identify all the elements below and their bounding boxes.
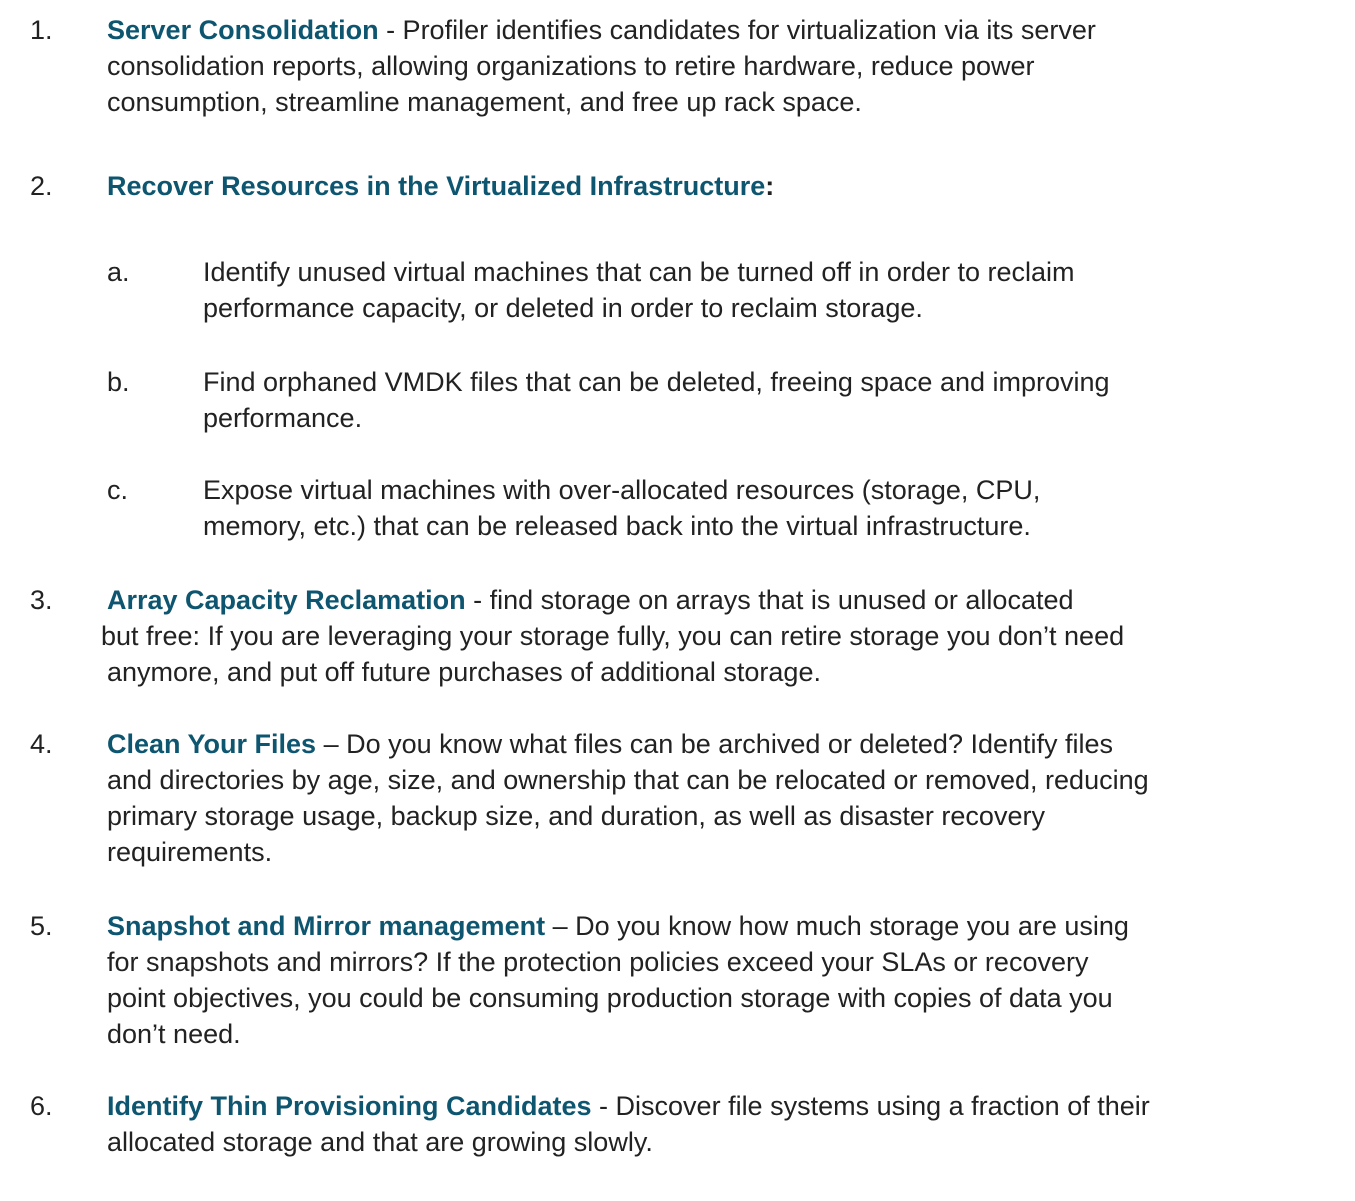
list-item-body: Clean Your Files – Do you know what file…	[107, 726, 1345, 870]
list-item-body: Array Capacity Reclamation - find storag…	[101, 582, 1345, 690]
item-text: allocated storage and that are growing s…	[107, 1127, 653, 1157]
item-title: Clean Your Files	[107, 729, 317, 759]
list-number: 5.	[30, 911, 53, 941]
list-number: 4.	[30, 729, 53, 759]
item-title: Recover Resources in the Virtualized Inf…	[107, 171, 766, 201]
item-title: Identify Thin Provisioning Candidates	[107, 1091, 592, 1121]
item-text: requirements.	[107, 837, 273, 867]
item-text: – Do you know how much storage you are u…	[545, 911, 1129, 941]
item-text: consumption, streamline management, and …	[107, 87, 862, 117]
sub-item-letter: b.	[107, 367, 130, 397]
list-item-body: Recover Resources in the Virtualized Inf…	[107, 168, 1345, 204]
item-title: Snapshot and Mirror management	[107, 911, 546, 941]
item-text: consolidation reports, allowing organiza…	[107, 51, 1035, 81]
item-title: Server Consolidation	[107, 15, 379, 45]
item-text: primary storage usage, backup size, and …	[107, 801, 1045, 831]
list-number: 6.	[30, 1091, 53, 1121]
list-item-body: Server Consolidation - Profiler identifi…	[107, 12, 1345, 120]
list-item-first-line: Array Capacity Reclamation - find storag…	[107, 582, 1345, 618]
sub-item-text: Find orphaned VMDK files that can be del…	[203, 367, 1110, 397]
sub-item-letter: a.	[107, 257, 130, 287]
list-item-body: Snapshot and Mirror management – Do you …	[107, 908, 1345, 1052]
list-item-first-line: Identify Thin Provisioning Candidates - …	[107, 1088, 1345, 1124]
item-text: and directories by age, size, and owners…	[107, 765, 1149, 795]
item-text: - Profiler identifies candidates for vir…	[378, 15, 1096, 45]
list-number: 2.	[30, 171, 53, 201]
list-number: 3.	[30, 585, 53, 615]
document-page: 1. Server Consolidation - Profiler ident…	[0, 0, 1355, 1201]
item-text: but free: If you are leveraging your sto…	[101, 621, 1125, 651]
list-item-first-line: Recover Resources in the Virtualized Inf…	[107, 168, 1345, 204]
list-item-first-line: Clean Your Files – Do you know what file…	[107, 726, 1345, 762]
sub-item-body: Identify unused virtual machines that ca…	[203, 254, 1323, 326]
item-text: - Discover file systems using a fraction…	[591, 1091, 1150, 1121]
sub-item-letter: c.	[107, 475, 129, 505]
item-text: don’t need.	[107, 1019, 241, 1049]
sub-item-text: Expose virtual machines with over-alloca…	[203, 475, 1041, 505]
list-item-first-line: Server Consolidation - Profiler identifi…	[107, 12, 1345, 48]
list-number: 1.	[30, 15, 53, 45]
item-text: – Do you know what files can be archived…	[316, 729, 1114, 759]
item-title-suffix: :	[765, 171, 775, 201]
sub-item-text: Identify unused virtual machines that ca…	[203, 257, 1075, 287]
list-item-first-line: Snapshot and Mirror management – Do you …	[107, 908, 1345, 944]
item-text: anymore, and put off future purchases of…	[107, 657, 821, 687]
list-item-body: Identify Thin Provisioning Candidates - …	[107, 1088, 1345, 1160]
sub-item-text: performance.	[203, 403, 363, 433]
item-text: for snapshots and mirrors? If the protec…	[107, 947, 1089, 977]
sub-item-body: Expose virtual machines with over-alloca…	[203, 472, 1323, 544]
sub-item-body: Find orphaned VMDK files that can be del…	[203, 364, 1323, 436]
item-text: - find storage on arrays that is unused …	[465, 585, 1074, 615]
item-text: point objectives, you could be consuming…	[107, 983, 1113, 1013]
item-title: Array Capacity Reclamation	[107, 585, 466, 615]
sub-item-text: memory, etc.) that can be released back …	[203, 511, 1031, 541]
sub-item-text: performance capacity, or deleted in orde…	[203, 293, 923, 323]
